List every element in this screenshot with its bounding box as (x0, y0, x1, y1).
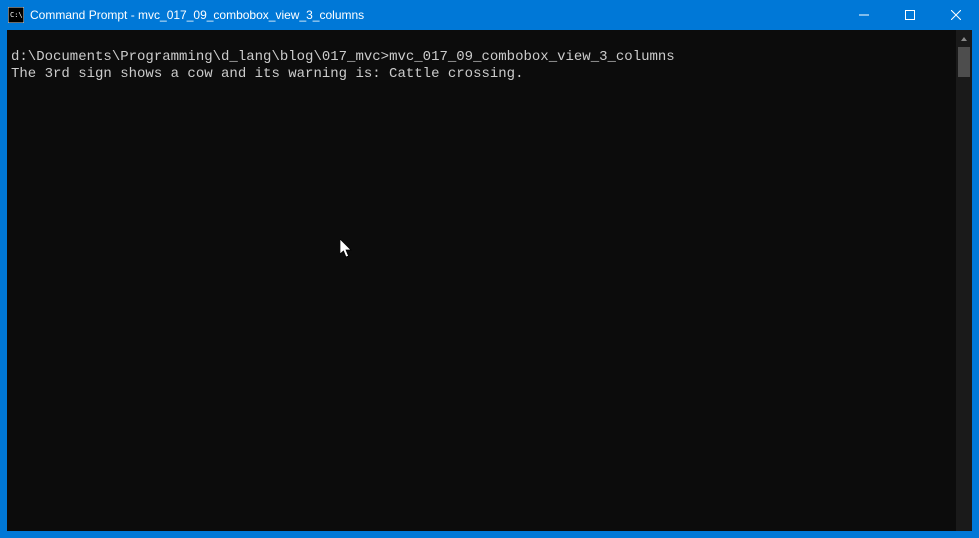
console-output[interactable]: d:\Documents\Programming\d_lang\blog\017… (7, 30, 956, 531)
scroll-up-arrow-icon[interactable] (956, 30, 972, 47)
svg-text:C:\: C:\ (10, 11, 23, 19)
maximize-button[interactable] (887, 0, 933, 30)
console-line: d:\Documents\Programming\d_lang\blog\017… (11, 49, 675, 65)
client-area: d:\Documents\Programming\d_lang\blog\017… (0, 30, 979, 538)
typed-command: mvc_017_09_combobox_view_3_columns (389, 49, 675, 65)
prompt-path: d:\Documents\Programming\d_lang\blog\017… (11, 49, 389, 65)
titlebar[interactable]: C:\ Command Prompt - mvc_017_09_combobox… (0, 0, 979, 30)
window-frame: C:\ Command Prompt - mvc_017_09_combobox… (0, 0, 979, 538)
close-button[interactable] (933, 0, 979, 30)
window-title: Command Prompt - mvc_017_09_combobox_vie… (30, 8, 841, 22)
console-container: d:\Documents\Programming\d_lang\blog\017… (7, 30, 972, 531)
console-output-line: The 3rd sign shows a cow and its warning… (11, 66, 523, 82)
window-controls (841, 0, 979, 30)
scroll-thumb[interactable] (958, 47, 970, 77)
vertical-scrollbar[interactable] (956, 30, 972, 531)
minimize-button[interactable] (841, 0, 887, 30)
cmd-icon: C:\ (8, 7, 24, 23)
